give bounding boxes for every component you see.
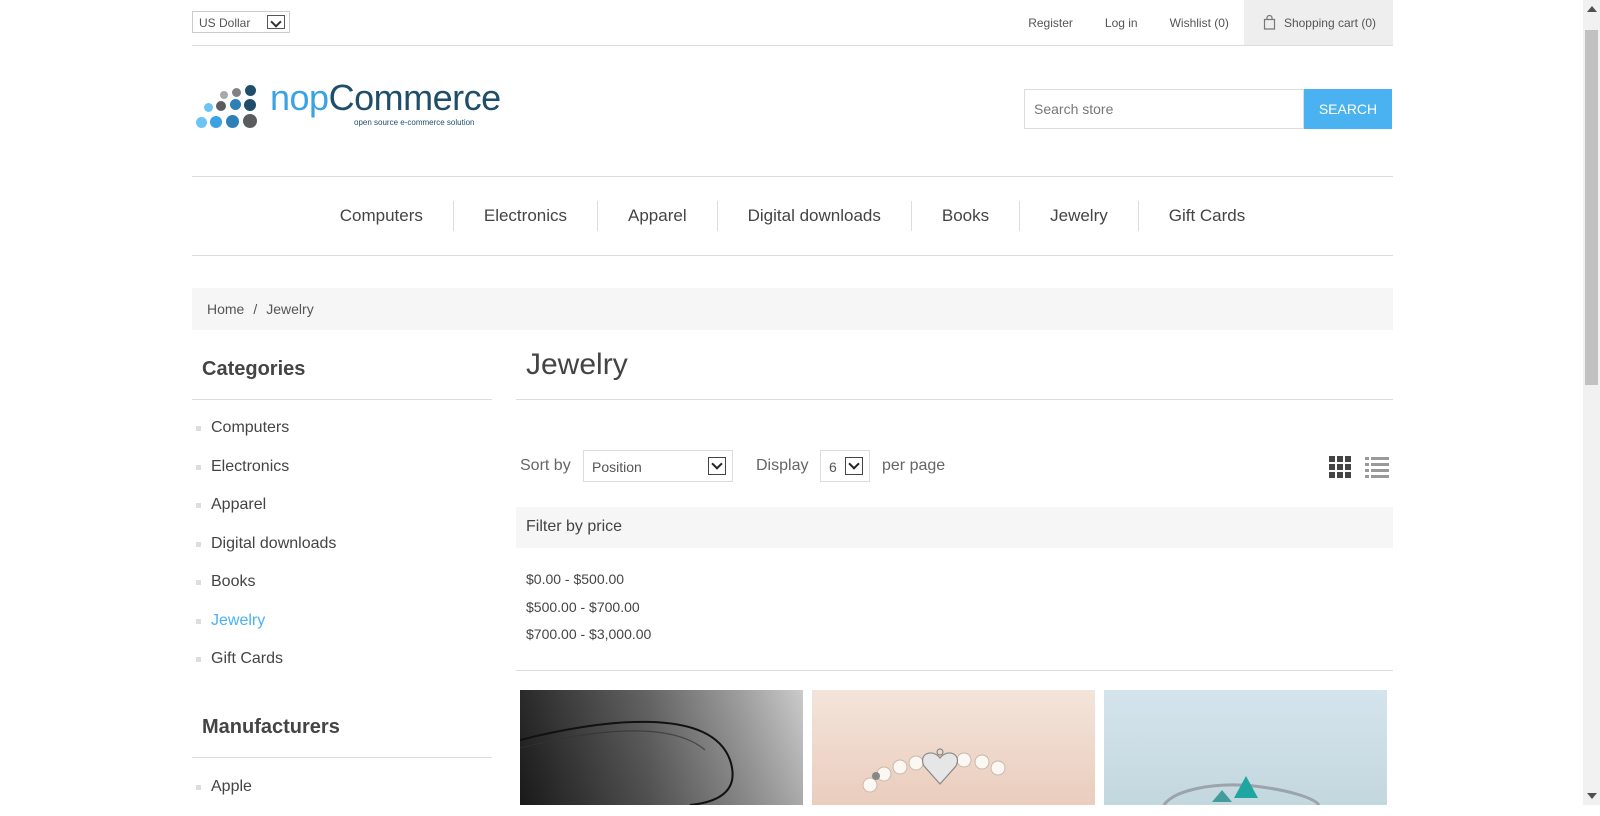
- store-logo[interactable]: nopCommerce open source e-commerce solut…: [196, 80, 501, 136]
- logo-wordmark: nopCommerce: [270, 77, 501, 118]
- manufacturers-list: Apple: [196, 777, 492, 816]
- shopping-cart-link[interactable]: Shopping cart (0): [1243, 0, 1393, 45]
- bracelet-illustration: [862, 748, 1006, 793]
- menu-item-digital-downloads[interactable]: Digital downloads: [716, 201, 911, 231]
- menu-item-jewelry[interactable]: Jewelry: [1019, 201, 1138, 231]
- necklace-illustration: [520, 720, 734, 805]
- shopping-cart-label: Shopping cart (0): [1283, 15, 1376, 30]
- logo-dot: [244, 99, 256, 111]
- categories-title: Categories: [192, 358, 492, 400]
- price-range-list: $0.00 - $500.00 $500.00 - $700.00 $700.0…: [526, 571, 926, 654]
- price-range-link[interactable]: $700.00 - $3,000.00: [526, 626, 926, 654]
- shopping-bag-icon: [1263, 15, 1276, 30]
- logo-dot: [204, 103, 213, 112]
- logo-dot: [220, 91, 228, 99]
- product-image-turquoise-bangle[interactable]: [1104, 690, 1387, 805]
- scroll-up-arrow-icon[interactable]: [1587, 6, 1597, 12]
- page-size-value: 6: [829, 459, 837, 475]
- category-item-digital-downloads[interactable]: Digital downloads: [196, 534, 492, 573]
- menu-item-books[interactable]: Books: [910, 201, 1019, 231]
- page-title: Jewelry: [516, 348, 1393, 400]
- logo-dot: [230, 99, 241, 110]
- chevron-down-icon: [845, 457, 863, 475]
- logo-tagline: open source e-commerce solution: [354, 118, 475, 127]
- chevron-down-icon: [267, 15, 285, 29]
- page: US Dollar Register Log in Wishlist (0) S…: [0, 0, 1600, 805]
- manufacturers-title: Manufacturers: [192, 716, 492, 758]
- currency-select[interactable]: US Dollar: [192, 11, 290, 33]
- menu-item-computers[interactable]: Computers: [310, 201, 453, 231]
- breadcrumb: Home / Jewelry: [192, 288, 1393, 330]
- logo-dot: [232, 88, 241, 97]
- price-range-link[interactable]: $0.00 - $500.00: [526, 571, 926, 599]
- logo-dot: [226, 115, 239, 128]
- page-size-select[interactable]: 6: [820, 450, 870, 482]
- bangle-illustration: [1162, 776, 1321, 805]
- list-view-icon[interactable]: [1365, 456, 1389, 478]
- category-item-gift-cards[interactable]: Gift Cards: [196, 649, 492, 688]
- currency-value: US Dollar: [199, 16, 251, 30]
- logo-dot: [245, 85, 256, 96]
- wishlist-link[interactable]: Wishlist (0): [1170, 16, 1229, 30]
- menu-item-electronics[interactable]: Electronics: [452, 201, 597, 231]
- breadcrumb-separator: /: [253, 301, 258, 317]
- price-filter-title: Filter by price: [516, 507, 1393, 548]
- vertical-scrollbar[interactable]: [1583, 0, 1600, 805]
- breadcrumb-current: Jewelry: [266, 301, 314, 317]
- menu-item-gift-cards[interactable]: Gift Cards: [1137, 201, 1276, 231]
- price-range-link[interactable]: $500.00 - $700.00: [526, 599, 926, 627]
- sort-by-label: Sort by: [520, 457, 571, 474]
- category-item-books[interactable]: Books: [196, 572, 492, 611]
- category-item-computers[interactable]: Computers: [196, 418, 492, 457]
- category-item-apparel[interactable]: Apparel: [196, 495, 492, 534]
- scrollbar-thumb[interactable]: [1585, 30, 1598, 385]
- header-links: Register Log in Wishlist (0) Shopping ca…: [1028, 0, 1393, 45]
- logo-dot: [196, 117, 207, 128]
- sort-by-value: Position: [592, 459, 642, 475]
- logo-dot: [243, 114, 257, 128]
- per-page-label: per page: [882, 457, 946, 474]
- grid-view-icon[interactable]: [1329, 456, 1351, 478]
- login-link[interactable]: Log in: [1105, 16, 1138, 30]
- menu-item-apparel[interactable]: Apparel: [597, 201, 717, 231]
- category-item-jewelry[interactable]: Jewelry: [196, 611, 492, 650]
- scroll-down-arrow-icon[interactable]: [1587, 793, 1597, 799]
- register-link[interactable]: Register: [1028, 16, 1073, 30]
- breadcrumb-home-link[interactable]: Home: [207, 301, 244, 317]
- search-input[interactable]: Search store: [1024, 89, 1304, 129]
- logo-dot: [216, 101, 226, 111]
- top-menu: Computers Electronics Apparel Digital do…: [192, 176, 1393, 256]
- display-label: Display: [756, 457, 809, 474]
- search-button[interactable]: SEARCH: [1304, 89, 1392, 129]
- divider: [516, 670, 1393, 671]
- product-selectors: Sort by Position Display 6 per page: [516, 450, 1393, 482]
- sort-by-select[interactable]: Position: [583, 450, 733, 482]
- logo-dot: [210, 116, 222, 128]
- chevron-down-icon: [708, 457, 726, 475]
- categories-list: Computers Electronics Apparel Digital do…: [196, 418, 492, 688]
- category-item-electronics[interactable]: Electronics: [196, 457, 492, 496]
- product-image-flower-girl-bracelet[interactable]: [812, 690, 1095, 805]
- manufacturer-item-apple[interactable]: Apple: [196, 777, 492, 816]
- product-image-necklace[interactable]: [520, 690, 803, 805]
- header-links-bar: US Dollar Register Log in Wishlist (0) S…: [192, 0, 1393, 46]
